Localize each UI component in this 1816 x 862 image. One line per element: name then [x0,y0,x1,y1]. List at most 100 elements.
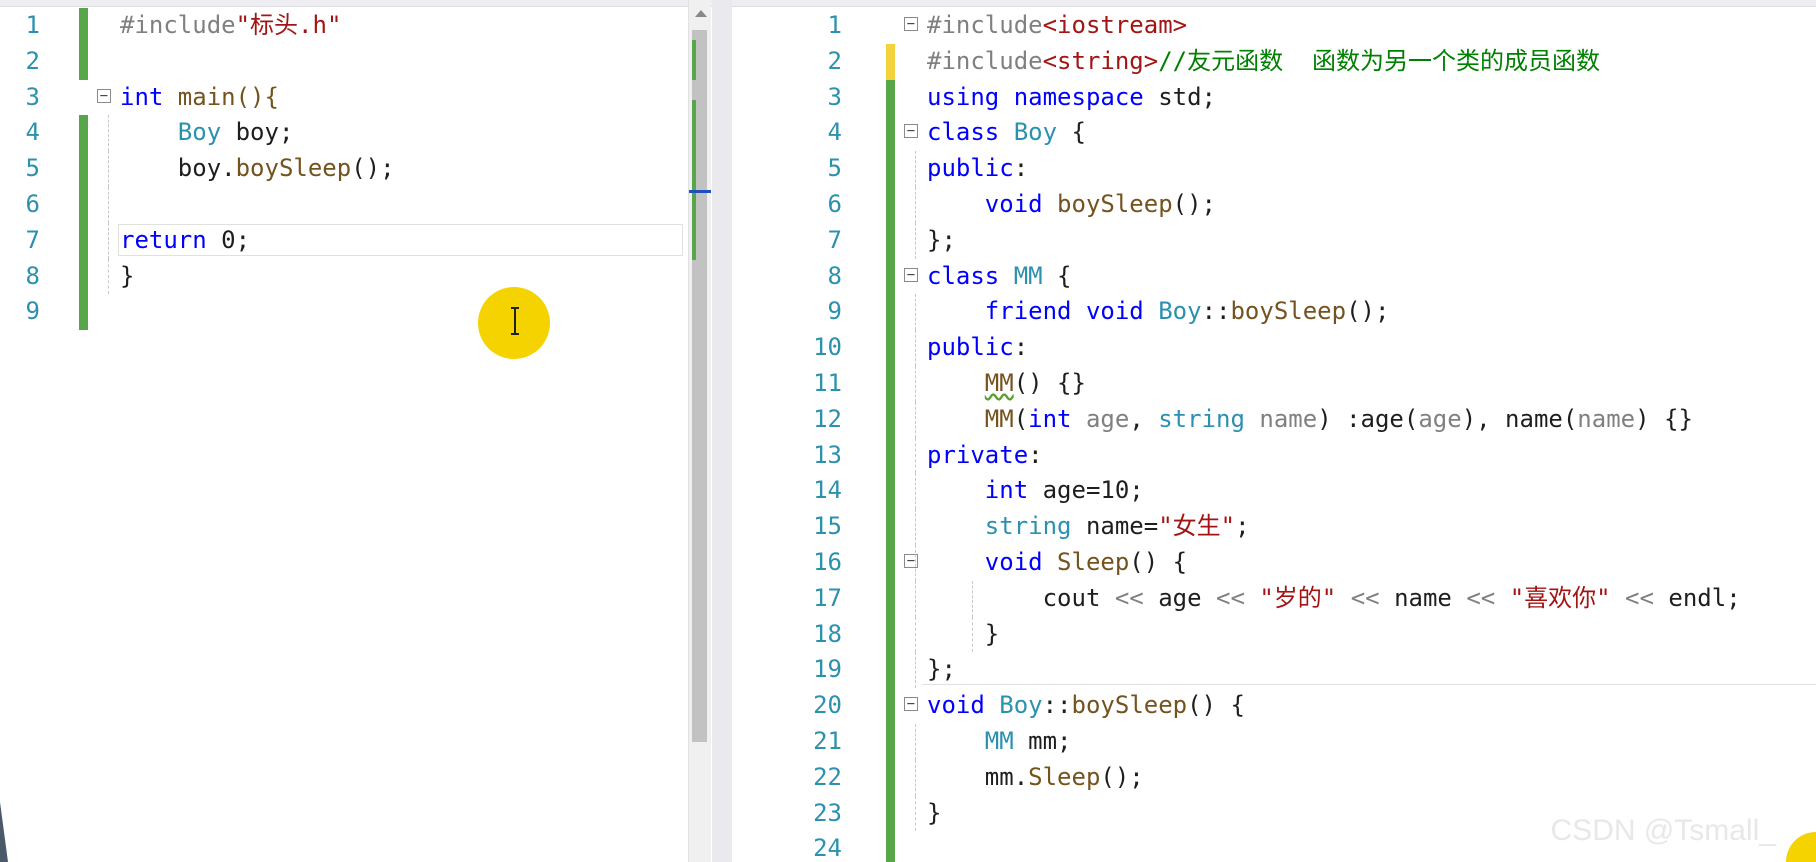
scrollbar-change-marker [692,40,696,80]
code-text[interactable]: MM(int age, string name) :age(age), name… [927,402,1693,438]
left-vertical-scrollbar[interactable] [688,0,711,862]
collapse-toggle-icon[interactable]: − [904,267,918,282]
code-text[interactable]: }; [927,223,956,259]
code-line[interactable]: 11 MM() {} [732,365,1816,402]
code-text[interactable]: private: [927,438,1043,474]
code-token: mm. [927,762,1029,791]
code-line[interactable]: 6 void boySleep(); [732,186,1816,223]
code-token: class [927,118,1000,147]
code-text[interactable]: class MM { [927,259,1072,295]
code-text[interactable]: void Boy::boySleep() { [927,688,1245,724]
line-number: 7 [25,225,40,254]
code-line[interactable]: 2 [0,43,712,80]
change-indicator [886,294,895,331]
code-token: endl; [1653,583,1741,612]
code-line[interactable]: − 8 class MM { [732,258,1816,295]
code-line[interactable]: 9 friend void Boy::boySleep(); [732,294,1816,331]
code-line[interactable]: 14 int age=10; [732,473,1816,510]
code-line[interactable]: 5 public: [732,151,1816,187]
code-token: () { [1129,547,1188,576]
code-text[interactable]: cout << age << "岁的" << name << "喜欢你" << … [927,581,1741,617]
code-text[interactable]: using namespace std; [927,80,1216,116]
code-text[interactable]: int main(){ [120,80,279,116]
collapse-toggle-icon[interactable]: − [904,17,918,31]
collapse-toggle-icon[interactable]: − [904,124,918,139]
collapse-toggle-icon[interactable]: − [97,88,111,103]
scroll-up-arrow-icon[interactable] [695,10,707,17]
code-text[interactable]: } [927,617,999,653]
code-line[interactable]: 4 Boy boy; [0,115,712,152]
code-line[interactable]: 7}; [732,222,1816,259]
code-text[interactable]: friend void Boy::boySleep(); [927,294,1390,330]
code-line[interactable]: 10 public: [732,330,1816,366]
code-text[interactable]: void boySleep(); [927,187,1216,223]
code-line[interactable]: − 20 void Boy::boySleep() { [732,688,1816,724]
code-text[interactable]: int age=10; [927,473,1144,509]
code-line[interactable]: 1 #include"标头.h" [0,8,712,44]
pane-splitter[interactable] [712,0,732,862]
right-editor-lines[interactable]: − 1 #include<iostream> 2 #include<string>//友… [732,8,1816,862]
line-number: 1 [827,11,842,39]
left-editor-lines[interactable]: 1 #include"标头.h" 2−3 int main(){4 Boy boy; 5… [0,8,712,331]
change-indicator [79,8,88,44]
code-text[interactable]: } [927,796,941,832]
code-line[interactable]: 7 return 0; [0,222,712,259]
indent-guide [108,222,109,259]
code-line[interactable]: 19}; [732,652,1816,689]
left-editor-pane[interactable]: 1 #include"标头.h" 2−3 int main(){4 Boy boy; 5… [0,0,712,862]
code-line[interactable]: 18 } [732,616,1816,653]
code-text[interactable]: #include"标头.h" [120,8,341,44]
code-line[interactable]: 6 [0,186,712,223]
line-number: 19 [813,655,842,684]
change-indicator [886,222,895,259]
code-line[interactable]: 8} [0,258,712,295]
code-token: (); [1346,297,1390,326]
window-corner-decoration [0,802,8,862]
indent-guide [915,401,916,438]
code-text[interactable]: #include<iostream> [927,8,1187,44]
code-text[interactable]: mm.Sleep(); [927,760,1144,796]
code-text[interactable]: }; [927,652,956,688]
code-text[interactable]: } [120,259,134,295]
code-text[interactable]: class Boy { [927,115,1086,151]
code-token: { [1057,118,1086,147]
code-text[interactable]: boy.boySleep(); [120,151,395,187]
change-indicator [886,795,895,832]
code-line[interactable]: 22 mm.Sleep(); [732,759,1816,796]
collapse-toggle-icon[interactable]: − [904,697,918,712]
indent-guide [915,759,916,796]
code-text[interactable]: Boy boy; [120,115,294,151]
code-text[interactable]: MM() {} [927,366,1086,402]
code-line[interactable]: 2 #include<string>//友元函数 函数为另一个类的成员函数 [732,43,1816,80]
code-line[interactable]: 21 MM mm; [732,723,1816,760]
code-line[interactable]: − 3 int main(){ [0,80,712,116]
code-line[interactable]: −16 void Sleep() { [732,544,1816,581]
code-token: << [1350,583,1380,612]
code-text[interactable]: #include<string>//友元函数 函数为另一个类的成员函数 [927,44,1600,80]
code-text[interactable]: public: [927,151,1028,187]
code-token: } [927,619,1000,648]
code-line[interactable]: 17 cout << age << "岁的" << name << "喜欢你" … [732,580,1816,617]
code-line[interactable]: − 1 #include<iostream> [732,8,1816,44]
code-line[interactable]: − 4 class Boy { [732,115,1816,152]
code-line[interactable]: 5 boy.boySleep(); [0,151,712,187]
code-text[interactable]: string name="女生"; [927,509,1250,545]
code-text[interactable]: return 0; [120,223,250,259]
code-text[interactable]: public: [927,330,1028,366]
code-line[interactable]: 9 [0,294,712,331]
right-editor-pane[interactable]: − 1 #include<iostream> 2 #include<string>//友… [732,0,1816,862]
indent-guide [915,330,916,366]
code-token: string [984,512,1072,541]
code-text[interactable]: void Sleep() { [927,545,1187,581]
code-line[interactable]: 3 using namespace std; [732,79,1816,116]
code-line[interactable]: 13 private: [732,437,1816,474]
code-line[interactable]: 15 string name="女生"; [732,509,1816,545]
code-text[interactable]: MM mm; [927,724,1072,760]
code-line[interactable]: 12 MM(int age, string name) :age(age), n… [732,401,1816,438]
